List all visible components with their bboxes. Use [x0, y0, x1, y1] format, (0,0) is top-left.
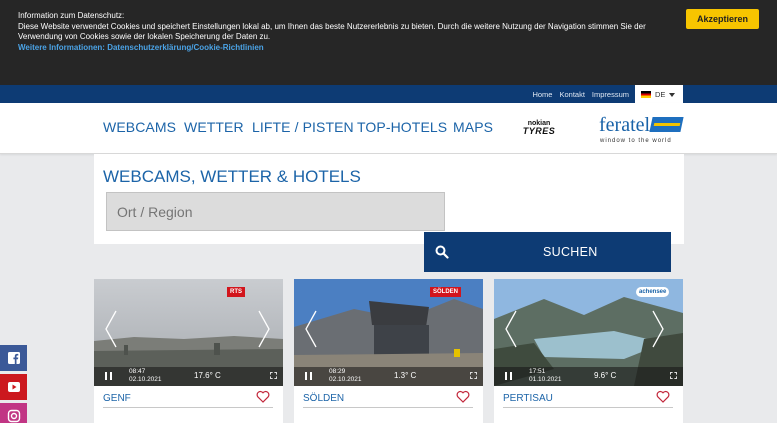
channel-badge: SÖLDEN	[430, 287, 462, 297]
instagram-icon[interactable]	[0, 403, 27, 423]
pause-icon[interactable]	[305, 372, 312, 380]
nav-wetter[interactable]: WETTER	[184, 119, 244, 135]
imprint-link[interactable]: Impressum	[592, 90, 629, 99]
channel-badge: RTS	[227, 287, 245, 297]
cookie-body: Diese Website verwendet Cookies und spei…	[18, 21, 646, 42]
webcam-time: 17:51	[529, 368, 546, 375]
next-arrow-icon[interactable]	[651, 309, 665, 349]
nokian-tyres-logo[interactable]: nokian TYRES	[515, 120, 563, 140]
cookie-banner: Information zum Datenschutz: Diese Websi…	[0, 0, 777, 85]
webcam-date: 02.10.2021	[129, 376, 162, 383]
accept-cookies-button[interactable]: Akzeptieren	[686, 9, 759, 29]
webcam-card-soelden[interactable]: SÖLDEN 08:29 02.10.2021 1.3° C SÖLDEN	[294, 279, 483, 423]
webcam-location-name[interactable]: SÖLDEN	[303, 393, 344, 404]
webcam-card-pertisau[interactable]: achensee 17:51 01.10.2021 9.6° C PERTISAU	[494, 279, 683, 423]
location-search-input[interactable]	[106, 192, 445, 231]
webcam-temperature: 17.6° C	[194, 371, 221, 380]
favorite-heart-icon[interactable]	[456, 390, 470, 404]
facebook-icon[interactable]	[0, 345, 27, 371]
previous-arrow-icon[interactable]	[104, 309, 118, 349]
next-arrow-icon[interactable]	[257, 309, 271, 349]
home-link[interactable]: Home	[532, 90, 552, 99]
nav-maps[interactable]: MAPS	[453, 119, 493, 135]
fullscreen-icon[interactable]	[670, 372, 677, 379]
webcam-temperature: 9.6° C	[594, 371, 617, 380]
webcam-controls: 08:29 02.10.2021 1.3° C	[294, 367, 483, 386]
favorite-heart-icon[interactable]	[256, 390, 270, 404]
youtube-icon[interactable]	[0, 374, 27, 400]
webcam-time: 08:47	[129, 368, 146, 375]
divider	[103, 407, 273, 408]
channel-badge: achensee	[636, 287, 670, 297]
pause-icon[interactable]	[105, 372, 112, 380]
webcam-date: 02.10.2021	[329, 376, 362, 383]
divider	[503, 407, 673, 408]
language-selector[interactable]: DE	[635, 85, 683, 104]
webcam-time: 08:29	[329, 368, 346, 375]
contact-link[interactable]: Kontakt	[559, 90, 584, 99]
fullscreen-icon[interactable]	[270, 372, 277, 379]
chevron-down-icon	[669, 92, 676, 97]
webcam-temperature: 1.3° C	[394, 371, 417, 380]
webcam-date: 01.10.2021	[529, 376, 562, 383]
webcam-location-name[interactable]: GENF	[103, 393, 131, 404]
cookie-title: Information zum Datenschutz:	[18, 11, 125, 20]
webcam-image[interactable]: achensee 17:51 01.10.2021 9.6° C	[494, 279, 683, 386]
pause-icon[interactable]	[505, 372, 512, 380]
search-button-label: SUCHEN	[543, 245, 598, 259]
search-title: WEBCAMS, WETTER & HOTELS	[103, 167, 361, 186]
cookie-text: Information zum Datenschutz: Diese Websi…	[18, 11, 678, 53]
fullscreen-icon[interactable]	[470, 372, 477, 379]
nav-lifte-pisten[interactable]: LIFTE / PISTEN	[252, 119, 354, 135]
previous-arrow-icon[interactable]	[304, 309, 318, 349]
search-button[interactable]: SUCHEN	[424, 232, 671, 272]
webcam-card-genf[interactable]: RTS 08:47 02.10.2021 17.6° C GENF	[94, 279, 283, 423]
feratel-logo[interactable]: feratel window to the world	[598, 114, 686, 148]
webcam-controls: 17:51 01.10.2021 9.6° C	[494, 367, 683, 386]
nav-webcams[interactable]: WEBCAMS	[103, 119, 176, 135]
webcam-controls: 08:47 02.10.2021 17.6° C	[94, 367, 283, 386]
main-nav: WEBCAMS WETTER LIFTE / PISTEN TOP-HOTELS…	[0, 103, 777, 154]
divider	[303, 407, 473, 408]
feratel-flag-icon	[649, 117, 684, 132]
previous-arrow-icon[interactable]	[504, 309, 518, 349]
language-label: DE	[655, 90, 666, 99]
cookie-policy-link[interactable]: Weitere Informationen: Datenschutzerklär…	[18, 43, 264, 52]
favorite-heart-icon[interactable]	[656, 390, 670, 404]
webcam-location-name[interactable]: PERTISAU	[503, 393, 553, 404]
nav-top-hotels[interactable]: TOP-HOTELS	[357, 119, 447, 135]
webcam-image[interactable]: RTS 08:47 02.10.2021 17.6° C	[94, 279, 283, 386]
search-icon	[435, 245, 449, 259]
german-flag-icon	[641, 91, 651, 98]
webcam-image[interactable]: SÖLDEN 08:29 02.10.2021 1.3° C	[294, 279, 483, 386]
